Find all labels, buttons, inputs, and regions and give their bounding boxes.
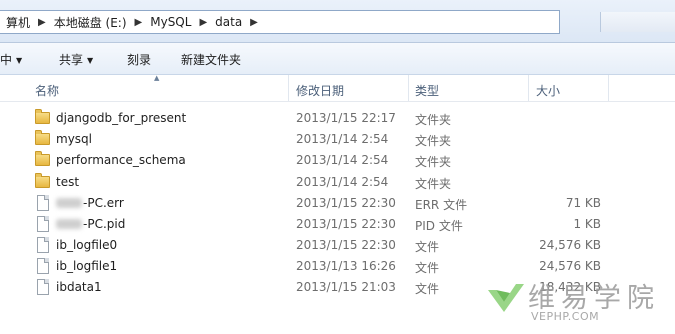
file-type: 文件夹 — [415, 134, 452, 148]
file-icon — [37, 237, 49, 253]
list-item[interactable]: -PC.pid 2013/1/15 22:30 PID 文件 1 KB — [0, 214, 675, 235]
breadcrumb-separator-icon[interactable]: ▶ — [248, 17, 260, 28]
new-folder-button[interactable]: 新建文件夹 — [181, 51, 241, 68]
column-divider[interactable] — [608, 75, 609, 101]
search-box[interactable] — [600, 12, 675, 32]
list-item[interactable]: ib_logfile0 2013/1/15 22:30 文件 24,576 KB — [0, 235, 675, 256]
folder-icon — [35, 173, 50, 188]
file-name: test — [56, 175, 80, 189]
file-name: mysql — [56, 132, 92, 146]
file-date: 2013/1/14 2:54 — [296, 153, 389, 167]
include-in-library-button[interactable]: 中 ▼ — [0, 51, 22, 68]
file-name: ib_logfile0 — [56, 238, 118, 252]
file-icon — [37, 195, 49, 211]
breadcrumb[interactable]: 算机 ▶ 本地磁盘 (E:) ▶ MySQL ▶ data ▶ — [0, 10, 560, 34]
column-date[interactable]: 修改日期 — [296, 82, 344, 99]
breadcrumb-data[interactable]: data — [209, 15, 248, 29]
breadcrumb-separator-icon[interactable]: ▶ — [36, 17, 48, 28]
chevron-down-icon: ▼ — [16, 56, 23, 65]
file-type: 文件夹 — [415, 155, 452, 169]
file-name: ibdata1 — [56, 280, 102, 294]
breadcrumb-separator-icon[interactable]: ▶ — [133, 17, 145, 28]
file-name: djangodb_for_present — [56, 111, 187, 125]
file-size: 71 KB — [565, 196, 601, 210]
redacted-blur — [56, 219, 82, 229]
chevron-down-icon: ▼ — [87, 56, 94, 65]
list-item[interactable]: ib_logfile1 2013/1/13 16:26 文件 24,576 KB — [0, 256, 675, 277]
column-type[interactable]: 类型 — [415, 82, 439, 99]
file-type: 文件 — [415, 282, 440, 296]
file-name: performance_schema — [56, 153, 186, 167]
file-name-wrap: -PC.pid — [56, 217, 125, 231]
file-type: ERR 文件 — [415, 198, 468, 212]
list-item[interactable]: mysql 2013/1/14 2:54 文件夹 — [0, 129, 675, 150]
file-date: 2013/1/13 16:26 — [296, 259, 396, 273]
file-date: 2013/1/14 2:54 — [296, 132, 389, 146]
file-date: 2013/1/15 22:30 — [296, 196, 396, 210]
file-date: 2013/1/15 21:03 — [296, 280, 396, 294]
sort-ascending-icon: ▲ — [154, 74, 160, 82]
list-item[interactable]: -PC.err 2013/1/15 22:30 ERR 文件 71 KB — [0, 193, 675, 214]
redacted-blur — [56, 198, 82, 208]
file-date: 2013/1/14 2:54 — [296, 175, 389, 189]
file-size: 24,576 KB — [539, 238, 601, 252]
file-date: 2013/1/15 22:30 — [296, 238, 396, 252]
file-icon — [37, 279, 49, 295]
file-type: 文件夹 — [415, 177, 452, 191]
file-type: 文件 — [415, 240, 440, 254]
folder-icon — [35, 130, 50, 145]
share-button[interactable]: 共享 ▼ — [59, 51, 93, 68]
file-name: -PC.err — [83, 196, 124, 210]
column-header: ▲ 名称 修改日期 类型 大小 — [0, 74, 675, 102]
breadcrumb-mysql[interactable]: MySQL — [144, 15, 197, 29]
breadcrumb-computer[interactable]: 算机 — [0, 14, 36, 31]
column-size[interactable]: 大小 — [536, 82, 560, 99]
file-type: 文件夹 — [415, 113, 452, 127]
column-divider[interactable] — [408, 75, 409, 101]
list-item[interactable]: performance_schema 2013/1/14 2:54 文件夹 — [0, 150, 675, 171]
folder-icon — [35, 109, 50, 124]
column-name[interactable]: 名称 — [35, 82, 59, 99]
breadcrumb-separator-icon[interactable]: ▶ — [197, 17, 209, 28]
list-item[interactable]: test 2013/1/14 2:54 文件夹 — [0, 172, 675, 193]
watermark-url: VEPHP.COM — [531, 310, 600, 323]
file-size: 24,576 KB — [539, 259, 601, 273]
address-bar: 算机 ▶ 本地磁盘 (E:) ▶ MySQL ▶ data ▶ — [0, 0, 675, 43]
file-name-wrap: -PC.err — [56, 196, 124, 210]
file-icon — [37, 258, 49, 274]
folder-icon — [35, 151, 50, 166]
file-name: -PC.pid — [83, 217, 126, 231]
file-date: 2013/1/15 22:30 — [296, 217, 396, 231]
column-divider[interactable] — [288, 75, 289, 101]
file-type: 文件 — [415, 261, 440, 275]
breadcrumb-drive-e[interactable]: 本地磁盘 (E:) — [48, 14, 133, 31]
burn-button[interactable]: 刻录 — [127, 51, 151, 68]
watermark-logo-icon — [488, 284, 524, 312]
file-name: ib_logfile1 — [56, 259, 118, 273]
file-type: PID 文件 — [415, 219, 463, 233]
list-item[interactable]: djangodb_for_present 2013/1/15 22:17 文件夹 — [0, 108, 675, 129]
column-divider[interactable] — [528, 75, 529, 101]
file-icon — [37, 216, 49, 232]
file-date: 2013/1/15 22:17 — [296, 111, 396, 125]
command-bar: 中 ▼ 共享 ▼ 刻录 新建文件夹 — [0, 43, 675, 75]
file-size: 1 KB — [573, 217, 601, 231]
